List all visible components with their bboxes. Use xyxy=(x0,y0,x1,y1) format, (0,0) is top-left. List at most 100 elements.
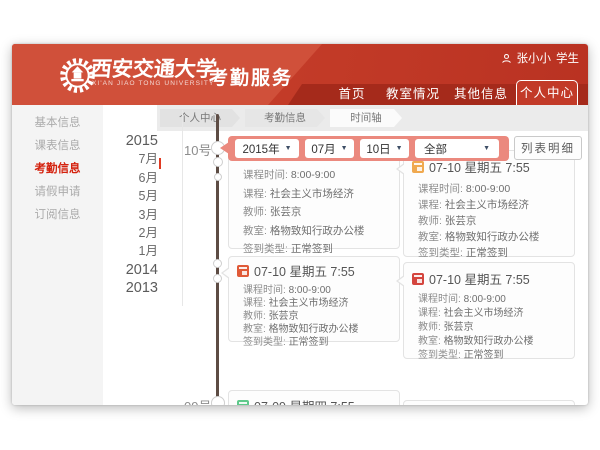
university-name-en: XI'AN JIAO TONG UNIVERSITY xyxy=(92,80,214,87)
field-label: 教师: xyxy=(418,215,442,227)
nav-item-classrooms[interactable]: 教室情况 xyxy=(384,84,442,105)
card-date-title: 07-10 星期五 7:55 xyxy=(254,261,355,280)
year-select-value: 2015年 xyxy=(242,141,279,157)
user-name: 张小小 xyxy=(517,50,552,66)
field-label: 教师: xyxy=(243,206,267,218)
timeline-year-list: 2015 7月 6月 5月 3月 2月 1月 2014 2013 xyxy=(110,132,158,298)
attendance-card-body: 课程时间: 8:00-9:00 课程: 社会主义市场经济 教师: 张芸京 教室:… xyxy=(404,290,574,363)
field-label: 教室: xyxy=(418,336,441,347)
caret-down-icon: ▼ xyxy=(483,145,490,152)
attendance-status-green-icon xyxy=(237,400,249,406)
attendance-card[interactable] xyxy=(403,400,575,405)
field-label: 签到类型: xyxy=(418,247,463,259)
field-value: 格物致知行政办公楼 xyxy=(445,231,540,243)
nav-item-home[interactable]: 首页 xyxy=(330,84,374,105)
card-date-title: 07-10 星期五 7:55 xyxy=(429,269,530,288)
field-label: 课程时间: xyxy=(418,294,461,305)
year-select[interactable]: 2015年 ▼ xyxy=(235,139,299,158)
timeline-node xyxy=(213,157,223,167)
timeline-entry-2015[interactable]: 2015 xyxy=(110,132,158,150)
field-value: 正常签到 xyxy=(289,337,329,348)
caret-down-icon: ▼ xyxy=(285,145,292,152)
nav-tab-personal-center-active[interactable]: 个人中心 xyxy=(516,80,578,105)
breadcrumb-timeline[interactable]: 时间轴 xyxy=(330,109,402,127)
breadcrumb-personal-center[interactable]: 个人中心 xyxy=(160,109,240,127)
attendance-card-header: 07-10 星期五 7:55 xyxy=(404,263,574,290)
field-label: 课程时间: xyxy=(418,183,463,195)
attendance-card-header: 07-09 星期四 7:55 xyxy=(229,391,399,405)
attendance-card[interactable]: 07-10 星期五 7:55 课程时间: 8:00-9:00 课程: 社会主义市… xyxy=(403,150,575,257)
university-name-cn: 西安交通大学 xyxy=(89,53,212,83)
timeline-entry-may[interactable]: 5月 xyxy=(110,187,158,205)
field-value: 社会主义市场经济 xyxy=(270,188,354,200)
timeline-node xyxy=(213,259,222,268)
timeline-node xyxy=(213,274,222,283)
attendance-card[interactable]: 07-10 星期五 7:55 课程时间: 8:00-9:00 课程: 社会主义市… xyxy=(403,262,575,359)
field-value: 正常签到 xyxy=(291,243,333,255)
sidebar-item-attendance-info-active[interactable]: 考勤信息 xyxy=(12,158,103,181)
field-value: 社会主义市场经济 xyxy=(445,199,529,211)
field-label: 课程: xyxy=(418,308,441,319)
field-value: 张芸京 xyxy=(444,322,474,333)
filter-bar: 2015年 ▼ 07月 ▼ 10日 ▼ 全部 ▼ xyxy=(228,136,509,161)
card-date-title: 07-09 星期四 7:55 xyxy=(254,396,355,405)
user-role: 学生 xyxy=(556,50,579,66)
field-value: 8:00-9:00 xyxy=(289,285,331,296)
attendance-card-header: 07-10 星期五 7:55 xyxy=(229,257,399,282)
attendance-card-body: 课程时间: 8:00-9:00 课程: 社会主义市场经济 教师: 张芸京 教室:… xyxy=(229,282,399,349)
field-label: 签到类型: xyxy=(243,337,286,348)
attendance-card[interactable]: 07-10 星期五 7:55 课程时间: 8:00-9:00 课程: 社会主义市… xyxy=(228,256,400,342)
type-select[interactable]: 全部 ▼ xyxy=(415,139,499,158)
attendance-status-orange-icon xyxy=(412,161,424,173)
field-value: 8:00-9:00 xyxy=(464,294,506,305)
user-icon xyxy=(501,53,512,64)
field-value: 社会主义市场经济 xyxy=(269,298,349,309)
attendance-status-vermilion-icon xyxy=(237,265,249,277)
sidebar-item-leave-request[interactable]: 请假申请 xyxy=(12,181,103,204)
sidebar-item-subscription-info[interactable]: 订阅信息 xyxy=(12,204,103,227)
type-select-value: 全部 xyxy=(424,141,447,157)
attendance-card-body: 课程时间: 8:00-9:00 课程: 社会主义市场经济 教师: 张芸京 教室:… xyxy=(229,166,399,259)
field-value: 正常签到 xyxy=(464,350,504,361)
field-value: 张芸京 xyxy=(445,215,477,227)
month-select[interactable]: 07月 ▼ xyxy=(305,139,354,158)
field-value: 张芸京 xyxy=(270,206,302,218)
field-value: 格物致知行政办公楼 xyxy=(269,324,359,335)
field-label: 课程时间: xyxy=(243,169,288,181)
service-title: 考勤服务 xyxy=(209,63,293,90)
sidebar-item-basic-info[interactable]: 基本信息 xyxy=(12,112,103,135)
timeline-entry-jun[interactable]: 6月 xyxy=(110,169,158,187)
timeline-separator-line xyxy=(182,110,183,306)
month-select-value: 07月 xyxy=(311,141,335,157)
field-value: 正常签到 xyxy=(466,247,508,259)
timeline-node xyxy=(211,396,225,405)
caret-down-icon: ▼ xyxy=(341,145,348,152)
sidebar-item-schedule-info[interactable]: 课表信息 xyxy=(12,135,103,158)
field-label: 课程: xyxy=(418,199,442,211)
field-label: 课程: xyxy=(243,188,267,200)
attendance-card[interactable]: 07-09 星期四 7:55 xyxy=(228,390,400,405)
timeline-entry-mar[interactable]: 3月 xyxy=(110,206,158,224)
timeline-entry-2013[interactable]: 2013 xyxy=(110,279,158,297)
timeline-entry-jan[interactable]: 1月 xyxy=(110,242,158,260)
list-detail-button[interactable]: 列表明细 xyxy=(514,136,582,160)
field-label: 教师: xyxy=(418,322,441,333)
timeline-node xyxy=(214,173,222,181)
field-value: 8:00-9:00 xyxy=(466,183,510,195)
nav-item-other-info[interactable]: 其他信息 xyxy=(452,84,510,105)
field-value: 格物致知行政办公楼 xyxy=(270,225,365,237)
day-select[interactable]: 10日 ▼ xyxy=(360,139,409,158)
breadcrumb-attendance-info[interactable]: 考勤信息 xyxy=(245,109,325,127)
app-header: 西安交通大学 XI'AN JIAO TONG UNIVERSITY 考勤服务 张… xyxy=(12,44,588,105)
field-value: 格物致知行政办公楼 xyxy=(444,336,534,347)
field-label: 签到类型: xyxy=(418,350,461,361)
field-value: 8:00-9:00 xyxy=(291,169,335,181)
field-label: 课程时间: xyxy=(243,285,286,296)
timeline-entry-2014[interactable]: 2014 xyxy=(110,261,158,279)
field-label: 教室: xyxy=(243,324,266,335)
timeline-entry-jul[interactable]: 7月 xyxy=(110,150,158,168)
current-month-cursor xyxy=(159,158,161,169)
user-menu[interactable]: 张小小 学生 xyxy=(501,51,580,65)
timeline-entry-feb[interactable]: 2月 xyxy=(110,224,158,242)
attendance-card-body: 课程时间: 8:00-9:00 课程: 社会主义市场经济 教师: 张芸京 教室:… xyxy=(404,178,574,261)
